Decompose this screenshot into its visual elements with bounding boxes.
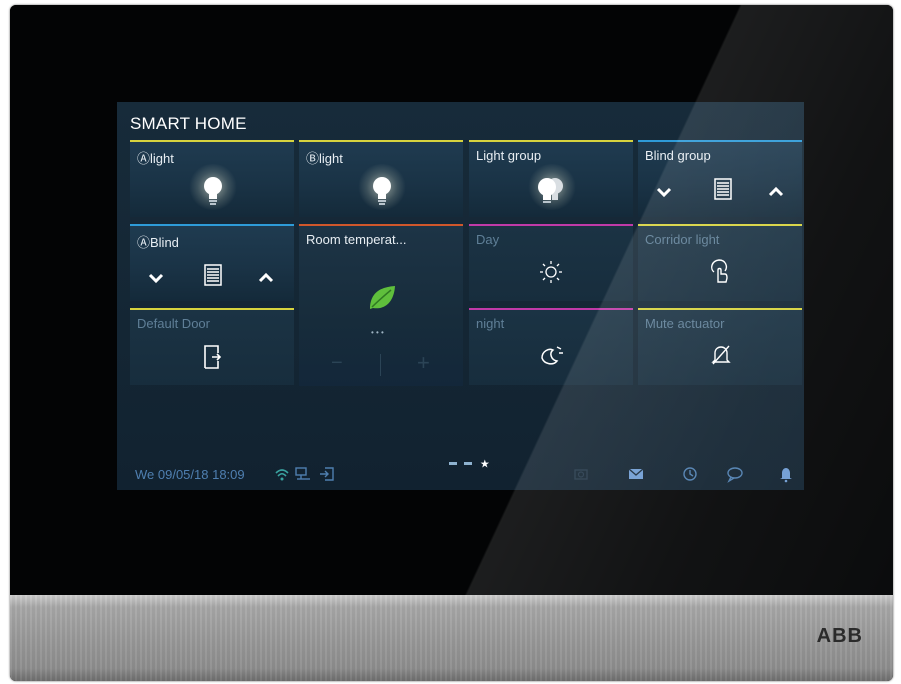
tile-label: Corridor light: [645, 232, 720, 247]
tile-corridor-light[interactable]: Corridor light: [638, 224, 802, 301]
smart-home-screen: SMART HOME Ⓐlight Ⓑlight Light group Bli…: [117, 102, 804, 490]
tile-room-temperature[interactable]: Room temperat... • • • − +: [299, 224, 463, 386]
moon-icon: [541, 346, 563, 365]
tile-label: Default Door: [137, 316, 210, 331]
chevron-down-icon[interactable]: [148, 272, 164, 284]
network-icon[interactable]: [294, 465, 312, 483]
chevron-up-icon[interactable]: [258, 272, 274, 284]
chevron-up-icon[interactable]: [768, 186, 784, 198]
page-dots: • • •: [371, 328, 384, 337]
tile-default-door[interactable]: Default Door: [130, 308, 294, 385]
tile-label: Ⓐlight: [137, 151, 174, 166]
logout-icon[interactable]: [318, 465, 336, 483]
tile-label: Room temperat...: [306, 232, 407, 247]
tile-label: night: [476, 316, 505, 331]
tile-label: Ⓑlight: [306, 151, 343, 166]
tile-label: Mute actuator: [645, 316, 725, 331]
tile-blind-group[interactable]: Blind group: [638, 140, 802, 217]
tile-a-light[interactable]: Ⓐlight: [130, 140, 294, 217]
tile-label: Day: [476, 232, 500, 247]
touch-panel-device: SMART HOME Ⓐlight Ⓑlight Light group Bli…: [10, 5, 893, 681]
chevron-down-icon[interactable]: [656, 186, 672, 198]
tile-b-light[interactable]: Ⓑlight: [299, 140, 463, 217]
bulb-icon: [373, 177, 391, 205]
tile-light-group[interactable]: Light group: [469, 140, 633, 217]
sun-icon: [540, 261, 562, 283]
increase-button[interactable]: +: [417, 350, 430, 376]
touch-bulb-icon: [711, 259, 728, 283]
tile-a-blind[interactable]: ⒶBlind: [130, 224, 294, 301]
tile-day[interactable]: Day: [469, 224, 633, 301]
tile-mute-actuator[interactable]: Mute actuator: [638, 308, 802, 385]
bulb-icon: [204, 177, 222, 205]
history-icon[interactable]: [681, 465, 699, 483]
mute-bell-icon: [711, 345, 731, 365]
tile-label: Light group: [476, 148, 542, 163]
chat-icon[interactable]: [726, 465, 744, 483]
door-icon: [204, 345, 222, 369]
blind-icon: [714, 178, 732, 200]
status-bar: We 09/05/18 18:09: [117, 459, 804, 490]
leaf-icon: [370, 286, 395, 309]
date-time: We 09/05/18 18:09: [135, 467, 245, 482]
tile-night[interactable]: night: [469, 308, 633, 385]
tile-label: ⒶBlind: [137, 235, 179, 250]
double-bulb-icon: [538, 178, 563, 203]
divider: [380, 354, 381, 376]
wifi-icon[interactable]: [273, 465, 291, 483]
brushed-metal-bar: ABB: [10, 595, 893, 681]
decrease-button[interactable]: −: [331, 352, 343, 375]
page-title: SMART HOME: [130, 114, 247, 133]
abb-logo: ABB: [816, 625, 863, 647]
blind-icon: [204, 264, 222, 286]
bell-icon[interactable]: [777, 465, 795, 483]
tile-label: Blind group: [645, 148, 711, 163]
mail-icon[interactable]: [627, 465, 645, 483]
camera-icon[interactable]: [572, 465, 590, 483]
